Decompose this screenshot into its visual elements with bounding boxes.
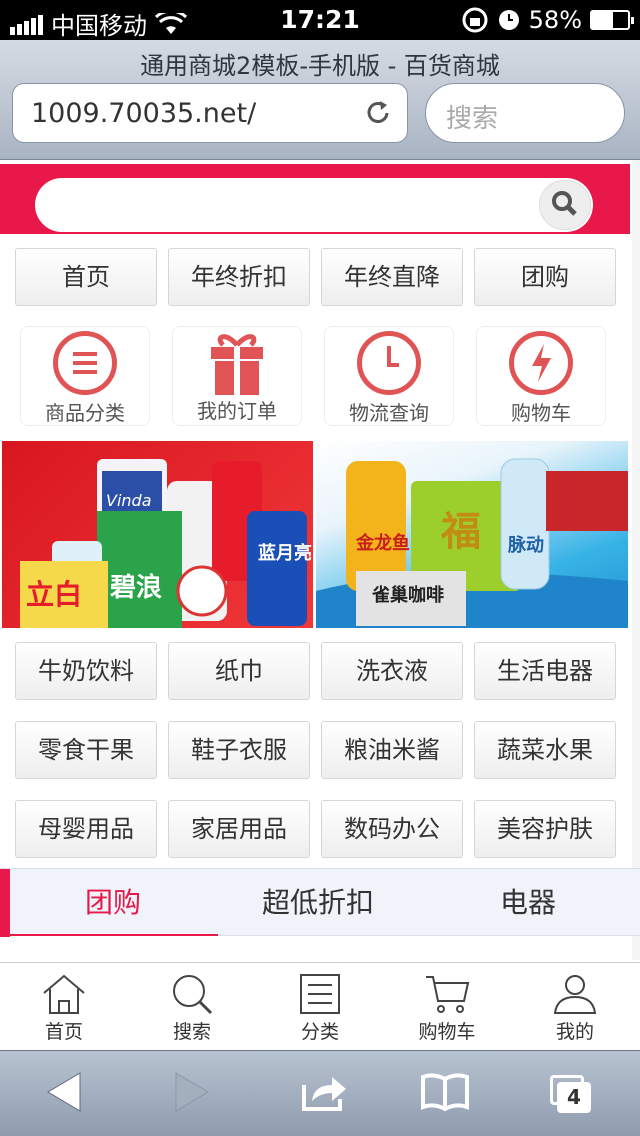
banner-brand-bilang: 碧浪 bbox=[110, 573, 163, 603]
battery-icon bbox=[590, 10, 634, 30]
browser-search-field[interactable]: 搜索 bbox=[425, 83, 625, 143]
url-bar[interactable]: 1009.70035.net/ bbox=[12, 83, 408, 143]
battery-percent: 58% bbox=[528, 6, 582, 34]
category-button[interactable]: 牛奶饮料 bbox=[15, 642, 157, 700]
banner-brand-lanyueliang: 蓝月亮 bbox=[258, 543, 312, 564]
category-button[interactable]: 蔬菜水果 bbox=[474, 721, 616, 779]
banner-brand-nescafe: 雀巢咖啡 bbox=[372, 585, 444, 606]
category-button[interactable]: 生活电器 bbox=[474, 642, 616, 700]
page-content: 首页 年终折扣 年终直降 团购 商品分类 我的订单 物流查询 购物车 立白 碧浪… bbox=[0, 160, 640, 960]
promo-banner-groceries[interactable]: 金龙鱼 福 雀巢咖啡 脉动 bbox=[316, 441, 628, 628]
rotation-lock-icon bbox=[462, 7, 488, 33]
footer-label: 购物车 bbox=[418, 1021, 476, 1043]
banner-brand-maidong: 脉动 bbox=[508, 535, 544, 556]
quick-link-orders[interactable]: 我的订单 bbox=[172, 326, 302, 426]
banner-brand-vinda: Vinda bbox=[106, 491, 152, 510]
search-icon bbox=[552, 191, 577, 216]
category-button[interactable]: 零食干果 bbox=[15, 721, 157, 779]
browser-toolbar: 4 bbox=[0, 1050, 640, 1136]
category-button[interactable]: 洗衣液 bbox=[321, 642, 463, 700]
category-button[interactable]: 美容护肤 bbox=[474, 800, 616, 858]
list-icon bbox=[53, 331, 117, 395]
search-icon bbox=[173, 975, 213, 1015]
footer-cart[interactable]: 购物车 bbox=[397, 973, 497, 1044]
footer-label: 我的 bbox=[555, 1021, 594, 1043]
quick-link-label: 商品分类 bbox=[45, 401, 125, 425]
nav-home-button[interactable]: 首页 bbox=[15, 248, 157, 306]
tab-groupbuy[interactable]: 团购 bbox=[85, 881, 141, 921]
search-header bbox=[0, 164, 630, 234]
banner-brand-jinlongyu: 金龙鱼 bbox=[356, 533, 410, 554]
quick-link-categories[interactable]: 商品分类 bbox=[20, 326, 150, 426]
gift-icon bbox=[211, 334, 263, 395]
nav-groupbuy-button[interactable]: 团购 bbox=[474, 248, 616, 306]
banner-brand-libai: 立白 bbox=[26, 578, 83, 611]
user-icon bbox=[553, 975, 597, 1014]
category-button[interactable]: 母婴用品 bbox=[15, 800, 157, 858]
cart-icon bbox=[426, 976, 470, 1013]
back-arrow-icon[interactable] bbox=[44, 1071, 84, 1113]
category-button[interactable]: 鞋子衣服 bbox=[168, 721, 310, 779]
category-button[interactable]: 纸巾 bbox=[168, 642, 310, 700]
footer-home[interactable]: 首页 bbox=[14, 973, 114, 1044]
status-bar: 中国移动 17:21 58% bbox=[0, 0, 640, 40]
footer-search[interactable]: 搜索 bbox=[142, 973, 242, 1044]
active-tab-underline bbox=[0, 934, 218, 936]
bottom-nav: 首页 搜索 分类 购物车 我的 bbox=[0, 962, 640, 1050]
tab-lowdiscount[interactable]: 超低折扣 bbox=[262, 881, 374, 921]
footer-label: 首页 bbox=[44, 1021, 83, 1043]
tabs-count: 4 bbox=[557, 1082, 591, 1113]
promo-banner-household[interactable]: 立白 碧浪 蓝月亮 Vinda bbox=[2, 441, 313, 628]
page-title: 通用商城2模板-手机版 - 百货商城 bbox=[140, 52, 500, 80]
site-search-input[interactable] bbox=[35, 178, 593, 232]
quick-link-label: 物流查询 bbox=[349, 401, 429, 425]
nav-pricedrop-button[interactable]: 年终直降 bbox=[321, 248, 463, 306]
lightning-icon bbox=[509, 331, 573, 395]
share-icon[interactable] bbox=[300, 1071, 350, 1113]
browser-header: 通用商城2模板-手机版 - 百货商城 1009.70035.net/ 搜索 bbox=[0, 40, 640, 160]
quick-links: 商品分类 我的订单 物流查询 购物车 bbox=[20, 326, 606, 426]
quick-link-cart[interactable]: 购物车 bbox=[476, 326, 606, 426]
home-icon bbox=[43, 974, 85, 1014]
tab-indicator-bar bbox=[0, 869, 10, 937]
category-grid: 牛奶饮料 纸巾 洗衣液 生活电器 零食干果 鞋子衣服 粮油米酱 蔬菜水果 母婴用… bbox=[15, 642, 616, 858]
tabs-button[interactable]: 4 bbox=[550, 1075, 592, 1115]
category-button[interactable]: 粮油米酱 bbox=[321, 721, 463, 779]
category-button[interactable]: 数码办公 bbox=[321, 800, 463, 858]
nav-discount-button[interactable]: 年终折扣 bbox=[168, 248, 310, 306]
product-tabs: 团购 超低折扣 电器 bbox=[0, 868, 640, 937]
footer-profile[interactable]: 我的 bbox=[525, 973, 625, 1044]
category-button[interactable]: 家居用品 bbox=[168, 800, 310, 858]
clock-icon bbox=[357, 331, 421, 395]
browser-search-placeholder: 搜索 bbox=[446, 104, 499, 134]
nav-buttons: 首页 年终折扣 年终直降 团购 bbox=[15, 248, 616, 306]
list-icon bbox=[300, 974, 340, 1014]
tab-appliances[interactable]: 电器 bbox=[500, 881, 556, 921]
alarm-icon bbox=[498, 10, 519, 30]
reload-icon[interactable] bbox=[363, 98, 393, 128]
footer-label: 分类 bbox=[300, 1021, 339, 1043]
site-search-button[interactable] bbox=[539, 180, 591, 230]
quick-link-logistics[interactable]: 物流查询 bbox=[324, 326, 454, 426]
quick-link-label: 购物车 bbox=[511, 401, 571, 425]
footer-label: 搜索 bbox=[172, 1021, 211, 1043]
forward-arrow-icon[interactable] bbox=[172, 1071, 212, 1113]
banner-brand-fu: 福 bbox=[441, 509, 481, 555]
footer-categories[interactable]: 分类 bbox=[270, 973, 370, 1044]
url-text: 1009.70035.net/ bbox=[31, 98, 257, 129]
bookmarks-icon[interactable] bbox=[420, 1071, 470, 1113]
quick-link-label: 我的订单 bbox=[197, 399, 277, 423]
